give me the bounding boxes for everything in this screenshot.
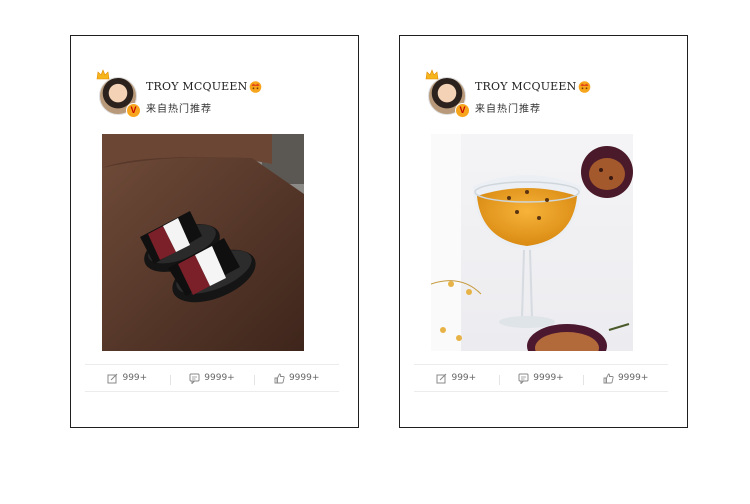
comment-button[interactable]: 9999+ bbox=[498, 373, 584, 385]
crown-icon bbox=[96, 69, 110, 80]
post-image[interactable] bbox=[431, 134, 633, 351]
thumbs-up-icon bbox=[274, 373, 285, 383]
username[interactable]: TROY MCQUEEN bbox=[475, 80, 576, 93]
like-count: 9999+ bbox=[617, 373, 649, 383]
comment-icon bbox=[518, 373, 529, 384]
thumbs-up-icon bbox=[603, 373, 614, 383]
post-card[interactable]: V TROY MCQUEEN 来自热门推荐 999+ 9999+ 9999+ bbox=[70, 35, 359, 428]
edit-share-icon bbox=[436, 373, 447, 383]
share-count: 999+ bbox=[122, 373, 148, 383]
share-count: 999+ bbox=[451, 373, 477, 383]
edit-share-icon bbox=[107, 373, 118, 383]
like-count: 9999+ bbox=[288, 373, 320, 383]
share-button[interactable]: 999+ bbox=[85, 373, 170, 384]
slide-sandals-image bbox=[102, 134, 304, 351]
share-button[interactable]: 999+ bbox=[414, 373, 499, 384]
name-row: TROY MCQUEEN bbox=[475, 78, 592, 94]
comment-icon bbox=[189, 373, 200, 384]
post-header: V TROY MCQUEEN 来自热门推荐 bbox=[425, 69, 668, 120]
comment-count: 9999+ bbox=[533, 373, 564, 383]
avatar[interactable]: V bbox=[96, 69, 141, 118]
like-button[interactable]: 9999+ bbox=[254, 373, 339, 385]
avatar[interactable]: V bbox=[425, 69, 470, 118]
verified-v-icon: V bbox=[126, 103, 141, 118]
post-image[interactable] bbox=[102, 134, 304, 351]
post-header: V TROY MCQUEEN 来自热门推荐 bbox=[96, 69, 339, 120]
like-button[interactable]: 9999+ bbox=[583, 373, 668, 385]
post-source: 来自热门推荐 bbox=[146, 104, 212, 115]
stage: V TROY MCQUEEN 来自热门推荐 999+ 9999+ 9999+ V… bbox=[0, 0, 750, 504]
crown-badge-icon bbox=[579, 80, 591, 93]
crown-icon bbox=[425, 69, 439, 80]
post-stats-bar: 999+ 9999+ 9999+ bbox=[414, 364, 668, 392]
post-source: 来自热门推荐 bbox=[475, 104, 541, 115]
crown-badge-icon bbox=[250, 80, 262, 93]
name-row: TROY MCQUEEN bbox=[146, 78, 263, 94]
verified-v-icon: V bbox=[455, 103, 470, 118]
post-stats-bar: 999+ 9999+ 9999+ bbox=[85, 364, 339, 392]
passion-fruit-cocktail-image bbox=[431, 134, 633, 351]
comment-count: 9999+ bbox=[204, 373, 235, 383]
username[interactable]: TROY MCQUEEN bbox=[146, 80, 247, 93]
post-card[interactable]: V TROY MCQUEEN 来自热门推荐 999+ 9999+ 9999+ bbox=[399, 35, 688, 428]
comment-button[interactable]: 9999+ bbox=[169, 373, 255, 385]
